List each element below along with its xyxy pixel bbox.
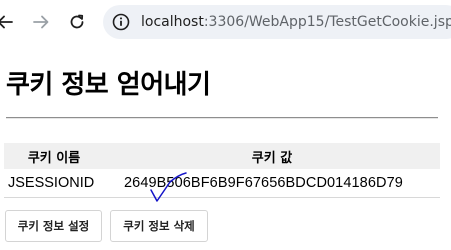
table-row: JSESSIONID 2649B506BF6B9F67656BDCD014186… [4, 169, 440, 198]
cookie-value-cell: 2649B506BF6B9F67656BDCD014186D79 [104, 169, 440, 198]
site-info-icon[interactable] [112, 13, 130, 31]
set-cookie-button[interactable]: 쿠키 정보 설정 [5, 210, 102, 242]
page-title: 쿠키 정보 얻어내기 [6, 70, 211, 100]
forward-arrow-icon [33, 15, 49, 29]
reload-icon [70, 14, 84, 29]
reload-button[interactable] [64, 9, 90, 35]
url-path: :3306/WebApp15/TestGetCookie.jsp [203, 14, 451, 30]
header-cookie-value: 쿠키 값 [104, 143, 440, 169]
header-cookie-name: 쿠키 이름 [4, 143, 104, 169]
url-host: localhost [141, 14, 204, 30]
table-header-row: 쿠키 이름 쿠키 값 [4, 143, 440, 169]
address-bar[interactable]: localhost:3306/WebApp15/TestGetCookie.js… [103, 5, 451, 39]
url-text[interactable]: localhost:3306/WebApp15/TestGetCookie.js… [141, 13, 451, 31]
back-arrow-icon [0, 15, 13, 29]
back-button[interactable] [0, 9, 18, 35]
forward-button[interactable] [28, 9, 54, 35]
cookie-table: 쿠키 이름 쿠키 값 JSESSIONID 2649B506BF6B9F6765… [4, 143, 440, 198]
cookie-name-cell: JSESSIONID [4, 169, 104, 198]
horizontal-rule [6, 117, 438, 119]
delete-cookie-button[interactable]: 쿠키 정보 삭제 [110, 210, 208, 242]
browser-toolbar: localhost:3306/WebApp15/TestGetCookie.js… [0, 0, 451, 44]
